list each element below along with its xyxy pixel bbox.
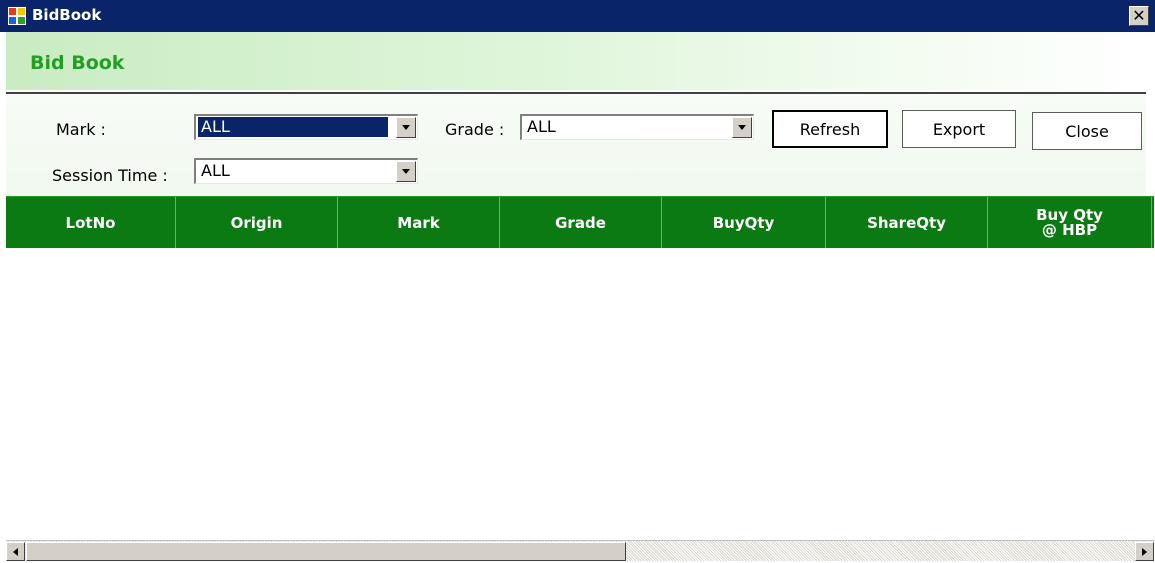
chevron-down-icon — [738, 125, 746, 130]
app-window-icon — [8, 7, 26, 25]
bidbook-window: BidBook ✕ Bid Book Mark : ALL Grade : AL… — [0, 0, 1155, 563]
session-time-dropdown[interactable]: ALL — [194, 158, 418, 184]
chevron-down-icon — [402, 125, 410, 130]
column-header-grade[interactable]: Grade — [500, 197, 662, 249]
arrow-right-icon — [1142, 547, 1147, 556]
scrollbar-thumb[interactable] — [26, 542, 626, 561]
mark-dropdown[interactable]: ALL — [194, 114, 418, 140]
mark-label: Mark : — [56, 120, 106, 139]
column-header-shareqty[interactable]: ShareQty — [826, 197, 988, 249]
session-time-dropdown-button[interactable] — [396, 161, 416, 182]
window-close-button[interactable]: ✕ — [1129, 6, 1149, 26]
column-header-lotno[interactable]: LotNo — [6, 197, 176, 249]
mark-dropdown-button[interactable] — [396, 117, 416, 138]
horizontal-scrollbar[interactable] — [6, 540, 1154, 561]
filter-panel: Mark : ALL Grade : ALL Refresh Export Cl… — [6, 92, 1146, 196]
grade-dropdown[interactable]: ALL — [520, 114, 754, 140]
arrow-left-icon — [13, 547, 18, 556]
session-time-label: Session Time : — [52, 166, 168, 185]
title-bar[interactable]: BidBook ✕ — [0, 0, 1155, 32]
header-banner: Bid Book — [6, 32, 1146, 90]
grade-dropdown-button[interactable] — [732, 117, 752, 138]
grade-label: Grade : — [445, 120, 505, 139]
scroll-right-button[interactable] — [1135, 542, 1154, 561]
grid-header: LotNo Origin Mark Grade BuyQty ShareQty … — [6, 196, 1154, 249]
export-button[interactable]: Export — [902, 110, 1016, 148]
column-header-origin[interactable]: Origin — [176, 197, 338, 249]
mark-dropdown-value: ALL — [198, 117, 388, 137]
column-header-buyqty[interactable]: BuyQty — [662, 197, 826, 249]
column-header-buy-qty-hbp[interactable]: Buy Qty @ HBP — [988, 197, 1152, 249]
scroll-left-button[interactable] — [6, 542, 25, 561]
close-button[interactable]: Close — [1032, 112, 1142, 150]
column-header-mark[interactable]: Mark — [338, 197, 500, 249]
grid-body[interactable] — [6, 248, 1154, 540]
window-title: BidBook — [32, 6, 102, 24]
page-title: Bid Book — [30, 52, 125, 74]
close-icon: ✕ — [1132, 6, 1146, 25]
refresh-button[interactable]: Refresh — [772, 110, 888, 148]
session-time-dropdown-value: ALL — [201, 161, 230, 180]
grade-dropdown-value: ALL — [527, 117, 556, 136]
chevron-down-icon — [402, 169, 410, 174]
